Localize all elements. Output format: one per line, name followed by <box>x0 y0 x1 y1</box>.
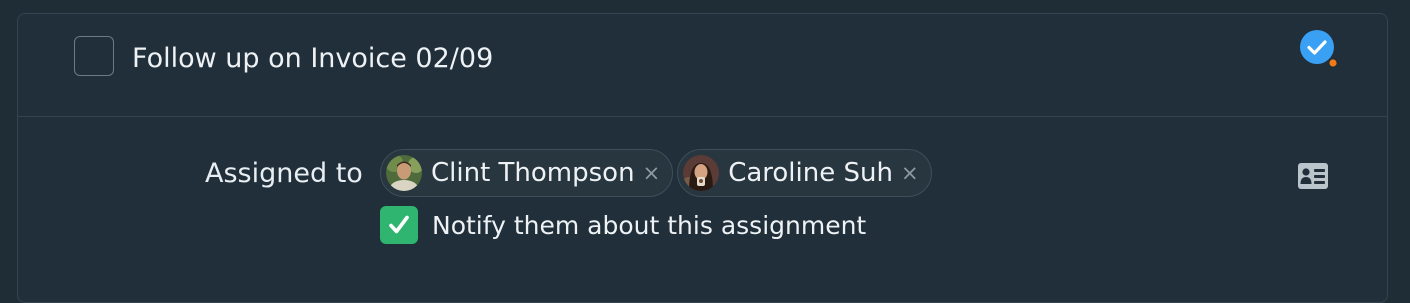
avatar <box>386 155 422 191</box>
contact-card-icon[interactable] <box>1297 162 1329 190</box>
notify-checkbox[interactable] <box>380 206 418 244</box>
remove-assignee-button[interactable]: × <box>643 162 661 184</box>
assignee-chip[interactable]: Clint Thompson × <box>380 149 674 197</box>
checkmark-icon <box>389 215 409 234</box>
assignee-chip[interactable]: Caroline Suh × <box>677 149 932 197</box>
assigned-to-label: Assigned to <box>205 158 363 189</box>
notify-label[interactable]: Notify them about this assignment <box>432 211 866 240</box>
todo-header-row: Follow up on Invoice 02/09 <box>18 14 1387 117</box>
assignee-name: Caroline Suh <box>728 158 893 188</box>
remove-assignee-button[interactable]: × <box>901 162 919 184</box>
todo-complete-checkbox[interactable] <box>74 36 114 76</box>
todo-card: Follow up on Invoice 02/09 Assigned to C… <box>17 13 1388 303</box>
notify-option: Notify them about this assignment <box>380 206 866 244</box>
assignee-name: Clint Thompson <box>431 158 635 188</box>
assignee-list: Clint Thompson × Caroline Suh × <box>380 149 932 197</box>
check-circle-icon[interactable] <box>1299 29 1339 69</box>
todo-title[interactable]: Follow up on Invoice 02/09 <box>132 41 493 77</box>
avatar <box>683 155 720 191</box>
